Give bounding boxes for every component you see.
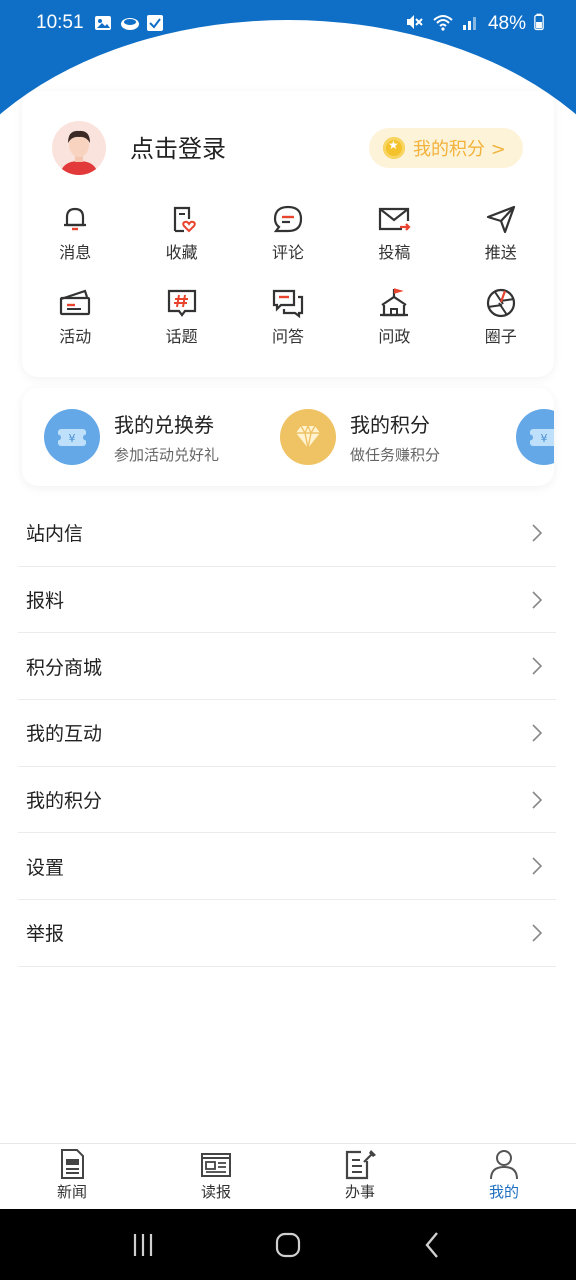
grid-item-label: 消息 [59,243,92,262]
grid-item-label: 活动 [59,327,92,346]
menu-item-settings[interactable]: 设置 [18,833,556,901]
grid-item-favorites[interactable]: 收藏 [128,201,234,263]
status-time: 10:51 [36,12,84,33]
menu-list: 站内信 报料 积分商城 我的互动 我的积分 设置 举报 [18,500,556,967]
menu-item-label: 站内信 [26,523,84,546]
menu-item-label: 报料 [26,590,65,613]
recent-apps-icon[interactable] [128,1230,158,1260]
system-nav-bar [0,1209,576,1280]
menu-item-report-news[interactable]: 报料 [18,567,556,634]
grid-item-label: 收藏 [165,243,198,262]
avatar[interactable] [52,121,106,175]
status-bar: 10:51 48% [0,0,576,50]
tab-news[interactable]: 新闻 [0,1144,144,1209]
chevron-right-icon [532,590,543,609]
promo-subtitle: 参加活动兑好礼 [114,446,220,464]
checkbox-icon [146,14,164,32]
menu-item-report[interactable]: 举报 [18,900,556,967]
grid-item-label: 问答 [271,327,304,346]
news-icon [61,1149,84,1179]
tab-profile[interactable]: 我的 [432,1144,576,1209]
circle-aperture-icon [486,288,515,318]
grid-item-label: 投稿 [378,243,411,262]
grid-item-label: 问政 [378,327,411,346]
coupon-icon: ¥ [516,409,554,465]
tab-label: 读报 [200,1183,231,1201]
chevron-right-icon [532,657,543,675]
chevron-right-icon [532,791,543,809]
svg-text:¥: ¥ [541,432,548,445]
bell-icon [64,207,87,231]
tab-label: 办事 [344,1183,375,1201]
submit-mail-icon [379,207,411,231]
service-icon [345,1150,376,1180]
promo-subtitle: 做任务赚积分 [350,446,441,464]
profile-card: 点击登录 我的积分 > 消息 收藏 评论 投稿 推送 活动 [22,91,554,377]
menu-item-inbox[interactable]: 站内信 [18,500,556,567]
promo-coupons-2[interactable]: ¥ [516,409,554,465]
coin-icon [383,137,405,159]
grid-item-circles[interactable]: 圈子 [448,285,554,347]
grid-item-activities[interactable]: 活动 [22,285,128,347]
chevron-right-icon [532,924,543,942]
menu-item-label: 我的积分 [26,790,103,813]
grid-item-comments[interactable]: 评论 [235,201,341,263]
promo-points[interactable]: 我的积分 做任务赚积分 [280,409,440,465]
send-icon [486,205,515,234]
signal-icon [462,13,480,35]
menu-item-label: 积分商城 [26,656,103,679]
chevron-right-icon [532,724,543,742]
coupon-icon: ¥ [44,409,100,465]
my-points-label: 我的积分 > [413,139,506,160]
grid-item-label: 话题 [165,327,198,346]
svg-text:¥: ¥ [69,432,76,445]
promo-scroller[interactable]: ¥ 我的兑换券 参加活动兑好礼 我的积分 做任务赚积分 ¥ [22,388,554,486]
grid-item-submit[interactable]: 投稿 [341,201,447,263]
favorite-icon [173,206,196,233]
menu-item-label: 我的互动 [26,723,103,746]
menu-item-label: 举报 [26,923,65,946]
newspaper-icon [201,1153,231,1177]
grid-item-government[interactable]: 问政 [341,285,447,347]
chevron-right-icon [532,857,543,875]
grid-item-label: 推送 [484,243,517,262]
tab-services[interactable]: 办事 [288,1144,432,1209]
app-icon [120,14,139,32]
tab-label: 我的 [488,1183,519,1201]
menu-item-points-mall[interactable]: 积分商城 [18,633,556,701]
menu-item-interactions[interactable]: 我的互动 [18,700,556,767]
grid-item-label: 圈子 [484,327,517,346]
battery-icon [534,12,544,36]
government-icon [380,288,409,317]
grid-item-messages[interactable]: 消息 [22,201,128,263]
grid-item-label: 评论 [271,243,304,262]
promo-coupons[interactable]: ¥ 我的兑换券 参加活动兑好礼 [44,409,219,465]
promo-title: 我的积分 [350,413,430,437]
mute-icon [404,12,424,36]
back-icon[interactable] [418,1230,448,1260]
quick-actions-grid: 消息 收藏 评论 投稿 推送 活动 话题 问答 问政 圈子 [22,201,554,347]
grid-item-push[interactable]: 推送 [448,201,554,263]
tab-newspaper[interactable]: 读报 [144,1144,288,1209]
wifi-icon [432,12,454,36]
grid-item-topics[interactable]: 话题 [128,285,234,347]
gallery-icon [94,14,112,32]
menu-item-my-points[interactable]: 我的积分 [18,767,556,834]
my-points-button[interactable]: 我的积分 > [369,128,523,168]
promo-title: 我的兑换券 [114,413,214,437]
home-icon[interactable] [273,1230,303,1260]
diamond-icon [280,409,336,465]
hashtag-icon [167,289,196,317]
qa-icon [272,289,304,319]
grid-item-qa[interactable]: 问答 [235,285,341,347]
ticket-icon [60,289,91,316]
tab-label: 新闻 [56,1183,87,1201]
chevron-right-icon [532,524,543,542]
profile-icon [490,1150,518,1180]
login-link[interactable]: 点击登录 [130,129,226,164]
menu-item-label: 设置 [26,856,65,879]
bottom-tab-bar: 新闻 读报 办事 我的 [0,1143,576,1209]
comment-icon [273,205,303,233]
battery-percent: 48% [487,13,526,34]
